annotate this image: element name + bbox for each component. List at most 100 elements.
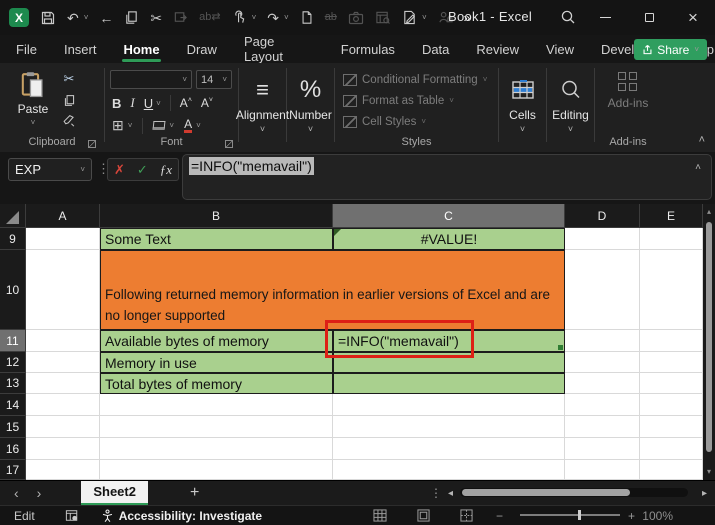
number-group-button[interactable]: % Number ˅ [287, 63, 334, 152]
cell-c13[interactable] [333, 373, 565, 394]
cell-e15[interactable] [640, 416, 703, 438]
cell-b15[interactable] [100, 416, 333, 438]
font-size-select[interactable]: 14 ˅ [196, 70, 232, 89]
cells-group-button[interactable]: Cells ˅ [499, 63, 546, 152]
increase-font-button[interactable]: A˄ [180, 96, 192, 110]
zoom-slider[interactable] [520, 510, 620, 520]
cell-a9[interactable] [26, 228, 100, 250]
editing-group-button[interactable]: Editing ˅ [547, 63, 594, 152]
column-header-b[interactable]: B [100, 204, 333, 228]
underline-chevron-icon[interactable]: ˅ [156, 99, 161, 108]
ribbon-copy-icon[interactable] [63, 94, 76, 107]
fill-handle[interactable] [558, 345, 563, 350]
cell-c14[interactable] [333, 394, 565, 416]
cell-a14[interactable] [26, 394, 100, 416]
zoom-in-icon[interactable]: + [628, 509, 635, 523]
row-header-11[interactable]: 11 [0, 330, 26, 352]
column-header-d[interactable]: D [565, 204, 640, 228]
prev-sheet-icon[interactable]: ‹ [14, 485, 19, 501]
sheetbar-dots-icon[interactable]: ⋮ [430, 486, 442, 500]
confirm-entry-button[interactable]: ✓ [137, 162, 148, 178]
cell-b10-merged[interactable]: Following returned memory information in… [100, 250, 565, 330]
cell-d10[interactable] [565, 250, 640, 330]
back-arrow-icon[interactable]: ← [99, 11, 113, 25]
row-header-13[interactable]: 13 [0, 373, 26, 394]
undo-icon[interactable]: ↶ [67, 11, 79, 25]
vertical-scrollbar[interactable]: ▴ ▾ [703, 204, 715, 480]
cell-e16[interactable] [640, 438, 703, 460]
cell-e9[interactable] [640, 228, 703, 250]
redo-chevron-icon[interactable]: ˅ [284, 13, 289, 22]
row-header-12[interactable]: 12 [0, 352, 26, 373]
cell-c12[interactable] [333, 352, 565, 373]
cell-d11[interactable] [565, 330, 640, 352]
ribbon-cut-icon[interactable]: ✂ [64, 71, 75, 87]
vertical-scroll-thumb[interactable] [706, 222, 712, 452]
paste-chevron-icon[interactable]: ˅ [12, 118, 54, 127]
font-name-select[interactable]: ˅ [110, 70, 192, 89]
borders-button[interactable]: ⊞ [112, 117, 124, 134]
cell-b9[interactable]: Some Text [100, 228, 333, 250]
cell-a13[interactable] [26, 373, 100, 394]
hscroll-right-icon[interactable]: ▸ [702, 488, 707, 499]
cell-d12[interactable] [565, 352, 640, 373]
touch-mode-chevron-icon[interactable]: ˅ [252, 13, 257, 22]
cell-a10[interactable] [26, 250, 100, 330]
paste-button[interactable]: Paste ˅ [12, 71, 54, 127]
decrease-font-button[interactable]: A˅ [201, 96, 213, 110]
tab-formulas[interactable]: Formulas [340, 38, 396, 61]
zoom-level[interactable]: 100% [642, 509, 673, 523]
bold-button[interactable]: B [112, 96, 121, 111]
cell-a11[interactable] [26, 330, 100, 352]
tab-home[interactable]: Home [122, 38, 161, 62]
row-header-10[interactable]: 10 [0, 250, 26, 330]
sheet-tab-sheet2[interactable]: Sheet2 [81, 480, 148, 506]
cell-c9[interactable]: #VALUE! [333, 228, 565, 250]
cell-e13[interactable] [640, 373, 703, 394]
column-header-e[interactable]: E [640, 204, 703, 228]
horizontal-scroll-thumb[interactable] [462, 489, 630, 496]
accessibility-status[interactable]: Accessibility: Investigate [101, 509, 262, 523]
column-header-a[interactable]: A [26, 204, 100, 228]
cell-d14[interactable] [565, 394, 640, 416]
page-layout-view-icon[interactable] [417, 509, 430, 522]
cell-d9[interactable] [565, 228, 640, 250]
row-header-14[interactable]: 14 [0, 394, 26, 416]
page-break-view-icon[interactable] [460, 509, 473, 522]
cell-d16[interactable] [565, 438, 640, 460]
font-dialog-launcher-icon[interactable] [225, 140, 233, 148]
underline-button[interactable]: U [144, 96, 153, 111]
scroll-up-icon[interactable]: ▴ [707, 208, 711, 216]
tab-draw[interactable]: Draw [186, 38, 218, 61]
edit-document-chevron-icon[interactable]: ˅ [422, 13, 427, 22]
tab-view[interactable]: View [545, 38, 575, 61]
cut-icon[interactable]: ✂ [150, 11, 162, 25]
horizontal-scrollbar[interactable] [460, 488, 688, 497]
cell-c16[interactable] [333, 438, 565, 460]
italic-button[interactable]: I [130, 95, 134, 111]
cell-b13[interactable]: Total bytes of memory [100, 373, 333, 394]
formula-bar-collapse-icon[interactable]: ˄ [695, 162, 701, 173]
cell-d17[interactable] [565, 460, 640, 480]
zoom-out-icon[interactable]: − [496, 509, 503, 523]
font-color-chevron-icon[interactable]: ˅ [196, 121, 201, 130]
cell-c15[interactable] [333, 416, 565, 438]
alignment-group-button[interactable]: ≡ Alignment ˅ [236, 63, 289, 152]
macro-record-icon[interactable] [65, 509, 79, 522]
search-icon[interactable] [560, 9, 576, 25]
select-all-button[interactable] [0, 204, 26, 228]
edit-document-icon[interactable] [402, 10, 417, 25]
cell-e17[interactable] [640, 460, 703, 480]
excel-logo-icon[interactable]: X [9, 8, 29, 27]
cell-b11[interactable]: Available bytes of memory [100, 330, 333, 352]
share-button[interactable]: Share ˅ [634, 39, 707, 60]
touch-mode-icon[interactable] [232, 10, 247, 25]
cell-d15[interactable] [565, 416, 640, 438]
insert-function-button[interactable]: ƒx [160, 162, 172, 178]
collapse-ribbon-icon[interactable]: ˄ [699, 134, 705, 146]
tab-review[interactable]: Review [475, 38, 520, 61]
cell-b17[interactable] [100, 460, 333, 480]
zoom-slider-thumb[interactable] [578, 510, 581, 520]
undo-chevron-icon[interactable]: ˅ [84, 13, 89, 22]
formula-input[interactable]: =INFO("memavail") ˄ [182, 154, 712, 200]
